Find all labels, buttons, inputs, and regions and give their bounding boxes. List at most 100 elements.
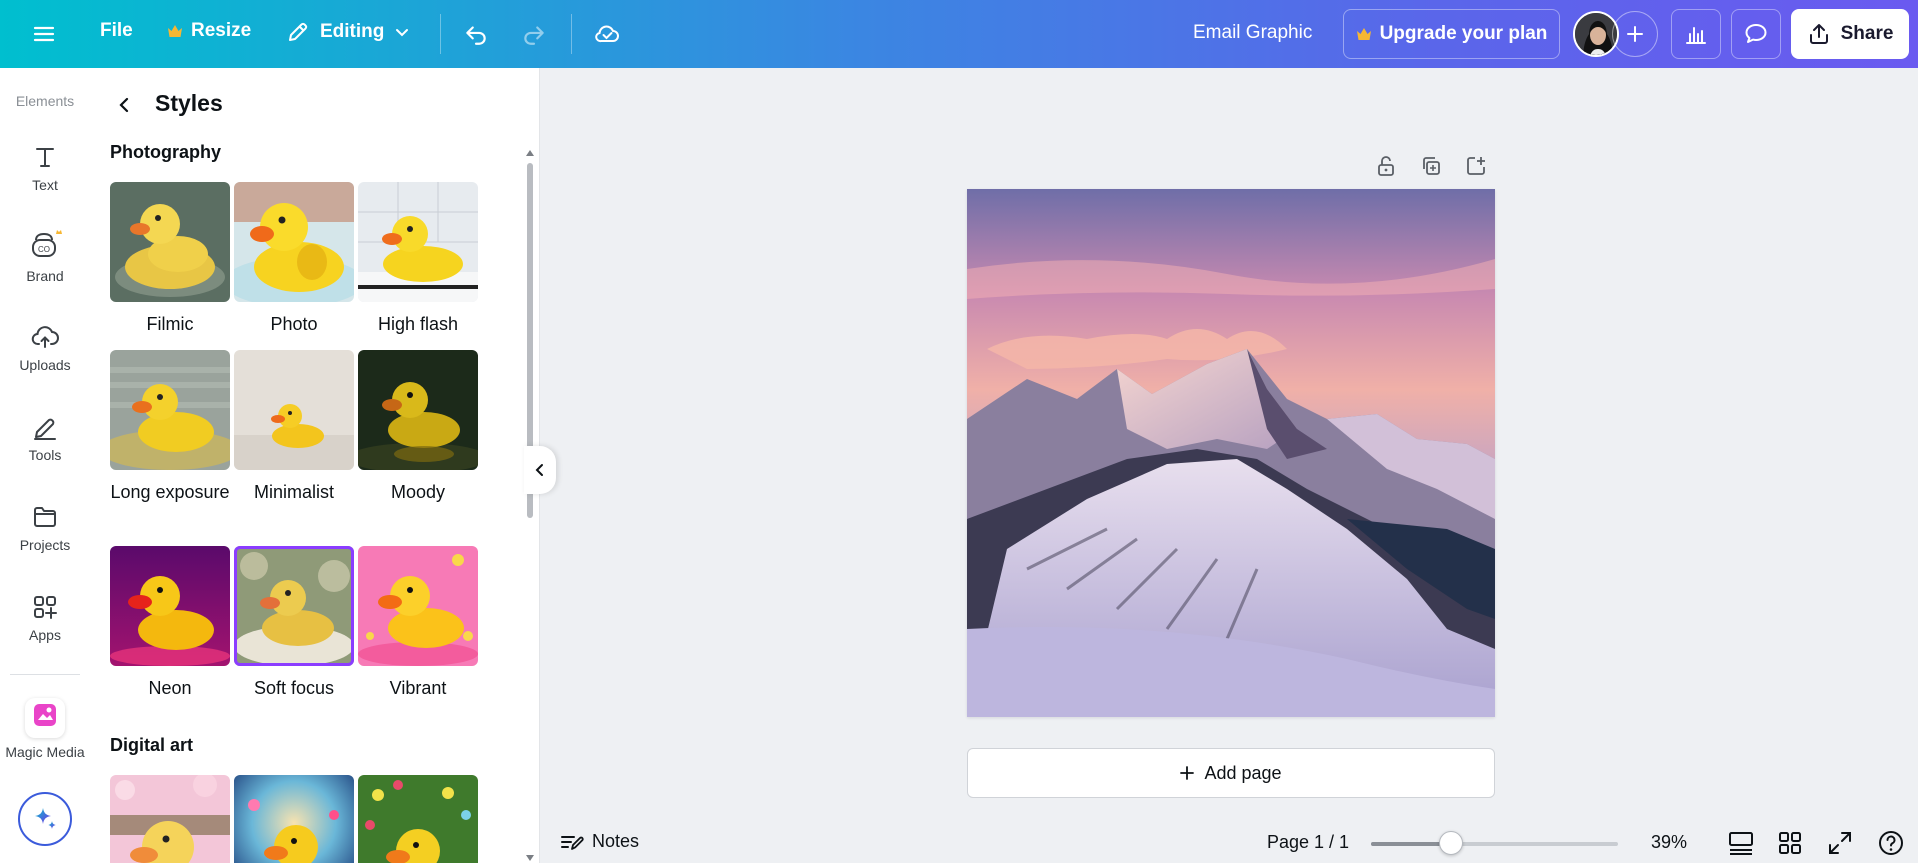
- style-thumb-digital-3[interactable]: [358, 775, 478, 863]
- resize-button[interactable]: Resize: [167, 20, 251, 42]
- rail-item-tools[interactable]: Tools: [0, 413, 90, 463]
- mountain-image: [967, 189, 1495, 717]
- grid-view-icon: [1779, 832, 1801, 854]
- add-collaborator-button[interactable]: [1612, 11, 1658, 57]
- style-label: Photo: [270, 314, 318, 334]
- style-thumb-neon[interactable]: [110, 546, 230, 666]
- duck-image: [234, 546, 354, 666]
- upload-cloud-icon: [31, 326, 59, 348]
- style-label: High flash: [377, 314, 459, 334]
- add-page-icon-button[interactable]: [1460, 152, 1492, 180]
- rail-item-projects[interactable]: Projects: [0, 503, 90, 553]
- duck-image: [234, 182, 354, 302]
- page-view-button[interactable]: [1727, 830, 1755, 856]
- share-icon: [1809, 24, 1828, 44]
- rail-item-uploads[interactable]: Uploads: [0, 323, 90, 373]
- chevron-down-icon: [396, 29, 409, 37]
- style-thumb-long-exposure[interactable]: [110, 350, 230, 470]
- chevron-left-icon: [535, 464, 543, 476]
- menu-button[interactable]: [24, 14, 64, 54]
- style-label: Filmic: [146, 314, 194, 334]
- share-button[interactable]: Share: [1791, 9, 1909, 59]
- page-view-icon: [1729, 832, 1753, 855]
- zoom-percentage[interactable]: 39%: [1651, 832, 1687, 853]
- rail-divider: [10, 674, 80, 675]
- rail-item-apps[interactable]: Apps: [0, 593, 90, 643]
- fullscreen-icon: [1829, 832, 1851, 854]
- file-menu[interactable]: File: [100, 20, 133, 42]
- style-label: Vibrant: [389, 678, 447, 698]
- rail-item-text[interactable]: Text: [0, 143, 90, 193]
- style-label: Moody: [390, 482, 446, 502]
- brand-icon: CO: [32, 230, 62, 257]
- magic-assistant-button[interactable]: [18, 792, 72, 846]
- style-thumb-minimalist[interactable]: [234, 350, 354, 470]
- upgrade-label: Upgrade your plan: [1379, 23, 1548, 44]
- save-status-button[interactable]: [587, 14, 627, 54]
- pencil-icon: [289, 22, 308, 41]
- top-bar: File Resize Editing Email Graphic Upgrad…: [0, 0, 1918, 68]
- rail-item-magic-media[interactable]: Magic Media: [0, 698, 90, 760]
- editing-label: Editing: [320, 21, 385, 42]
- style-thumb-filmic[interactable]: [110, 182, 230, 302]
- duck-image: [358, 546, 478, 666]
- zoom-slider-knob[interactable]: [1439, 831, 1464, 855]
- redo-button[interactable]: [514, 14, 554, 54]
- style-thumb-digital-2[interactable]: [234, 775, 354, 863]
- style-thumb-high-flash[interactable]: [358, 182, 478, 302]
- rail-item-label: Projects: [19, 537, 71, 553]
- style-thumb-photo[interactable]: [234, 182, 354, 302]
- design-title[interactable]: Email Graphic: [1193, 22, 1312, 44]
- design-canvas[interactable]: [967, 189, 1495, 717]
- duck-image: [358, 350, 478, 470]
- style-thumb-vibrant[interactable]: [358, 546, 478, 666]
- redo-icon: [524, 26, 544, 45]
- add-page-label: Add page: [1204, 762, 1282, 783]
- page-indicator[interactable]: Page 1 / 1: [1267, 832, 1349, 853]
- rail-item-label: Elements: [15, 93, 75, 109]
- rail-item-elements[interactable]: Elements: [0, 93, 90, 109]
- comment-icon: [1745, 24, 1767, 43]
- duck-image: [358, 182, 478, 302]
- rail-item-label: Magic Media: [5, 744, 85, 760]
- lock-button[interactable]: [1370, 152, 1402, 180]
- rail-item-label: Apps: [29, 627, 61, 643]
- design-title-text: Email Graphic: [1193, 22, 1313, 43]
- duck-image: [358, 775, 478, 863]
- style-thumb-digital-1[interactable]: [110, 775, 230, 863]
- menu-icon: [33, 26, 55, 42]
- style-thumb-moody[interactable]: [358, 350, 478, 470]
- text-icon: [36, 148, 54, 167]
- rail-item-label: Brand: [26, 268, 64, 284]
- comments-button[interactable]: [1731, 9, 1781, 59]
- crown-icon: [168, 25, 182, 37]
- duck-image: [234, 350, 354, 470]
- chevron-left-icon: [119, 97, 129, 113]
- page-tools: [1370, 152, 1500, 180]
- rail-item-label: Text: [32, 177, 58, 193]
- notes-label: Notes: [592, 831, 640, 851]
- section-title-digital-art: Digital art: [110, 735, 194, 755]
- back-button[interactable]: [110, 90, 140, 120]
- collapse-panel-handle[interactable]: [524, 446, 556, 494]
- upgrade-plan-button[interactable]: Upgrade your plan: [1343, 9, 1560, 59]
- page-indicator-label: Page 1 / 1: [1267, 832, 1350, 852]
- style-thumb-soft-focus[interactable]: [234, 546, 354, 666]
- help-button[interactable]: [1877, 829, 1905, 857]
- add-page-button[interactable]: Add page: [967, 748, 1495, 798]
- undo-button[interactable]: [456, 14, 496, 54]
- rail-item-brand[interactable]: CO Brand: [0, 228, 90, 284]
- fullscreen-button[interactable]: [1827, 830, 1853, 856]
- notes-button[interactable]: Notes: [560, 831, 639, 852]
- duplicate-page-button[interactable]: [1415, 152, 1447, 180]
- magic-media-icon: [25, 698, 65, 738]
- plus-icon: [1627, 26, 1643, 42]
- editing-mode-button[interactable]: Editing: [286, 20, 410, 44]
- sparkle-icon: [35, 808, 56, 829]
- grid-view-button[interactable]: [1777, 830, 1803, 856]
- duck-image: [234, 775, 354, 863]
- rail-item-label: Tools: [28, 447, 62, 463]
- style-label: Soft focus: [253, 678, 335, 698]
- lock-icon: [1378, 156, 1394, 176]
- insights-button[interactable]: [1671, 9, 1721, 59]
